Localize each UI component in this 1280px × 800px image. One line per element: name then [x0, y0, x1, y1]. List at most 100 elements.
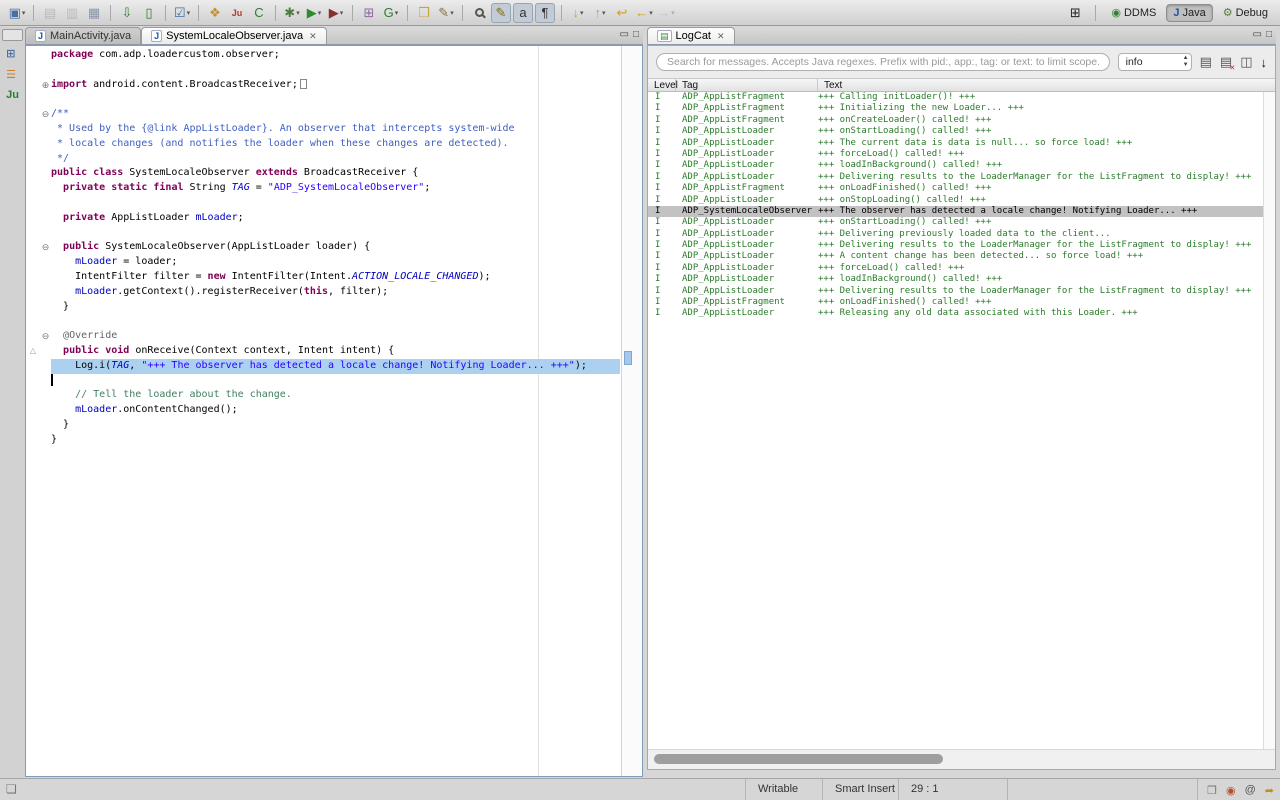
fold-toggle-icon[interactable]: ⊖ [40, 240, 51, 255]
task-repositories-icon[interactable]: @ [1245, 784, 1256, 796]
log-row[interactable]: IADP_AppListLoader+++ Delivering previou… [648, 229, 1263, 240]
clear-log-icon[interactable]: ▤✕ [1220, 54, 1232, 70]
code-line[interactable]: mLoader.onContentChanged(); [26, 403, 642, 418]
task-user-icon[interactable]: ◉ [1226, 784, 1236, 797]
show-source-of-selected-element-icon[interactable]: a [513, 3, 533, 23]
log-row[interactable]: IADP_AppListFragment+++ Calling initLoad… [648, 92, 1263, 103]
log-row[interactable]: IADP_AppListLoader+++ The current data i… [648, 138, 1263, 149]
run-icon[interactable]: ▶▾ [304, 3, 324, 23]
search-icon[interactable] [469, 3, 489, 23]
code-line[interactable]: private AppListLoader mLoader; [26, 211, 642, 226]
log-row[interactable]: IADP_AppListLoader+++ onStartLoading() c… [648, 126, 1263, 137]
collapsed-region-icon[interactable] [300, 79, 307, 89]
fast-view-icon[interactable]: ❐ [1207, 784, 1217, 797]
logcat-search-input[interactable] [656, 53, 1110, 71]
column-level[interactable]: Level [648, 79, 676, 91]
code-line[interactable] [26, 63, 642, 78]
code-line[interactable]: private static final String TAG = "ADP_S… [26, 181, 642, 196]
scrollbar-thumb[interactable] [654, 754, 943, 764]
log-row[interactable]: IADP_AppListLoader+++ onStartLoading() c… [648, 217, 1263, 228]
minimize-panel-icon[interactable]: ▭ [1253, 29, 1262, 40]
next-annotation-dropdown-icon[interactable]: ▾ [580, 9, 584, 17]
minimized-view-icon[interactable]: ❏ [6, 782, 17, 796]
code-line[interactable]: ⊕import android.content.BroadcastReceive… [26, 78, 642, 93]
log-row[interactable]: IADP_AppListLoader+++ Releasing any old … [648, 308, 1263, 319]
back-dropdown-icon[interactable]: ▾ [649, 9, 653, 17]
code-line[interactable]: ⊖/** [26, 107, 642, 122]
code-line[interactable]: mLoader.getContext().registerReceiver(th… [26, 285, 642, 300]
code-line[interactable]: ⊖ public SystemLocaleObserver(AppListLoa… [26, 240, 642, 255]
code-line[interactable]: // Tell the loader about the change. [26, 388, 642, 403]
tab-systemlocaleobserver[interactable]: J SystemLocaleObserver.java ✕ [141, 27, 327, 44]
code-line[interactable]: Log.i(TAG, "+++ The observer has detecte… [26, 359, 642, 374]
log-row[interactable]: IADP_AppListLoader+++ Delivering results… [648, 240, 1263, 251]
external-tools-dropdown-icon[interactable]: ▾ [340, 9, 344, 17]
close-tab-icon[interactable]: ✕ [717, 31, 725, 42]
previous-annotation-icon[interactable]: ↑▾ [590, 3, 610, 23]
fold-toggle-icon[interactable]: ⊖ [40, 329, 51, 344]
mark-occurrences-icon[interactable]: ✎ [491, 3, 511, 23]
code-line[interactable] [26, 314, 642, 329]
code-line[interactable]: } [26, 433, 642, 448]
tab-logcat[interactable]: ▤ LogCat ✕ [647, 27, 735, 44]
log-row[interactable]: IADP_AppListLoader+++ A content change h… [648, 251, 1263, 262]
task-folder-icon[interactable]: ❒ [414, 3, 434, 23]
debug-dropdown-icon[interactable]: ▾ [296, 9, 300, 17]
minimize-panel-icon[interactable]: ▭ [620, 29, 629, 40]
code-line[interactable]: ⊖ @Override [26, 329, 642, 344]
log-row[interactable]: IADP_AppListLoader+++ onStopLoading() ca… [648, 195, 1263, 206]
opengl-trace-icon[interactable]: G▾ [381, 3, 401, 23]
code-line[interactable] [26, 374, 642, 389]
code-line[interactable]: } [26, 418, 642, 433]
debug-icon[interactable]: ✱▾ [282, 3, 302, 23]
log-row[interactable]: IADP_AppListFragment+++ onLoadFinished()… [648, 183, 1263, 194]
column-tag[interactable]: Tag [676, 79, 818, 91]
new-wizard-dropdown-icon[interactable]: ▾ [22, 9, 26, 17]
code-line[interactable]: * locale changes (and notifies the loade… [26, 137, 642, 152]
fold-toggle-icon[interactable]: ⊕ [40, 78, 51, 93]
annotate-dropdown-icon[interactable]: ▾ [450, 9, 454, 17]
new-wizard-icon[interactable]: ▣▾ [7, 3, 27, 23]
last-edit-location-icon[interactable]: ↩ [612, 3, 632, 23]
scroll-to-latest-icon[interactable]: ↓ [1261, 55, 1268, 70]
log-row[interactable]: IADP_AppListLoader+++ forceLoad() called… [648, 263, 1263, 274]
code-line[interactable]: package com.adp.loadercustom.observer; [26, 48, 642, 63]
type-hierarchy-icon[interactable]: ☰ [6, 68, 19, 81]
save-log-icon[interactable]: ▤ [1200, 54, 1212, 70]
log-row[interactable]: IADP_AppListFragment+++ onLoadFinished()… [648, 297, 1263, 308]
display-saved-filters-view-icon[interactable]: ◫ [1240, 54, 1252, 70]
open-perspective-icon[interactable]: ⊞ [1065, 3, 1085, 23]
tab-mainactivity[interactable]: J MainActivity.java [25, 27, 141, 44]
code-line[interactable]: } [26, 300, 642, 315]
junit-icon[interactable]: Ju [227, 3, 247, 23]
perspective-debug[interactable]: ⚙Debug [1217, 4, 1274, 22]
annotate-icon[interactable]: ✎▾ [436, 3, 456, 23]
close-tab-icon[interactable]: ✕ [309, 31, 317, 42]
previous-annotation-dropdown-icon[interactable]: ▾ [602, 9, 606, 17]
column-text[interactable]: Text [818, 79, 1275, 91]
task-export-icon[interactable]: ➦ [1265, 784, 1274, 797]
run-lint-icon[interactable]: ☑▾ [172, 3, 192, 23]
code-line[interactable] [26, 196, 642, 211]
opengl-trace-dropdown-icon[interactable]: ▾ [395, 9, 399, 17]
code-line[interactable] [26, 226, 642, 241]
code-editor[interactable]: package com.adp.loadercustom.observer; ⊕i… [25, 45, 643, 777]
new-java-project-icon[interactable]: ❖ [205, 3, 225, 23]
package-explorer-icon[interactable]: ⊞ [6, 47, 19, 60]
print-icon[interactable]: ▦ [84, 3, 104, 23]
code-line[interactable]: △ public void onReceive(Context context,… [26, 344, 642, 359]
code-line[interactable] [26, 92, 642, 107]
perspective-ddms[interactable]: ◉DDMS [1105, 4, 1162, 22]
code-line[interactable]: public class SystemLocaleObserver extend… [26, 166, 642, 181]
log-row[interactable]: IADP_AppListFragment+++ Initializing the… [648, 103, 1263, 114]
log-row[interactable]: IADP_SystemLocaleObserver+++ The observe… [648, 206, 1263, 217]
run-dropdown-icon[interactable]: ▾ [318, 9, 322, 17]
fast-view-bar[interactable] [2, 29, 23, 41]
logcat-vertical-scrollbar[interactable] [1263, 92, 1275, 749]
android-virtual-device-manager-icon[interactable]: ▯ [139, 3, 159, 23]
code-line[interactable]: IntentFilter filter = new IntentFilter(I… [26, 270, 642, 285]
logcat-horizontal-scrollbar[interactable] [648, 749, 1275, 769]
code-line[interactable]: mLoader = loader; [26, 255, 642, 270]
log-level-filter[interactable]: info ▲▼ [1118, 53, 1192, 71]
log-row[interactable]: IADP_AppListLoader+++ Delivering results… [648, 286, 1263, 297]
